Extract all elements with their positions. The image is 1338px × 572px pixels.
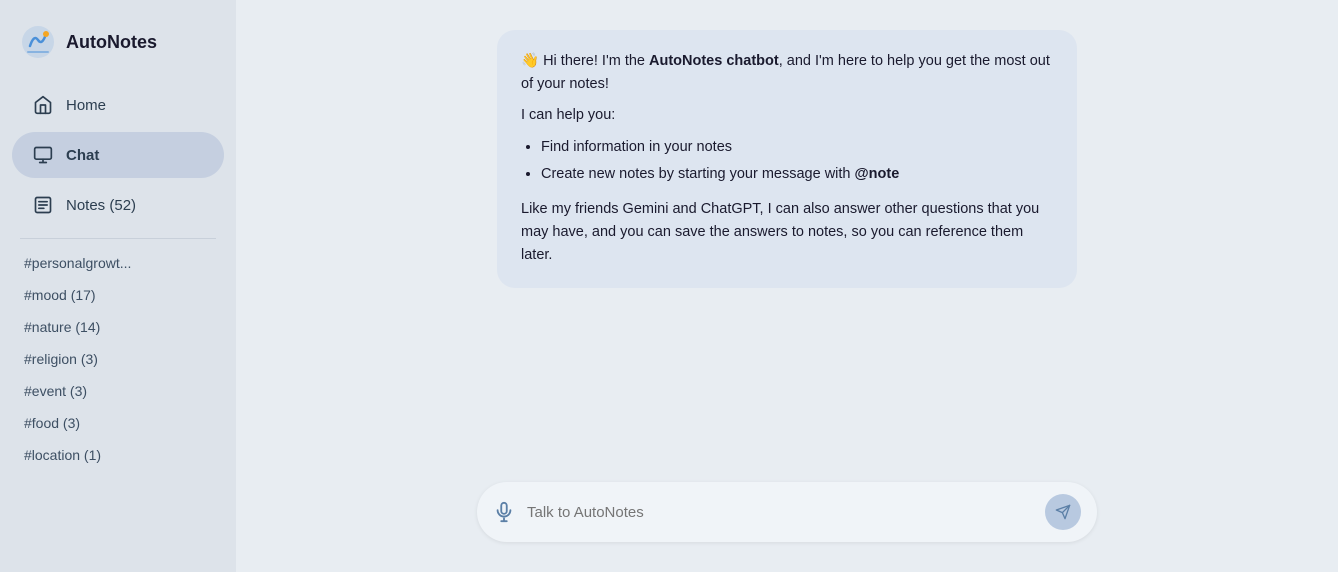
sidebar-tag-nature[interactable]: #nature (14) [0, 311, 236, 343]
bot-welcome-message: 👋 Hi there! I'm the AutoNotes chatbot, a… [497, 30, 1077, 288]
sidebar-tag-location[interactable]: #location (1) [0, 439, 236, 471]
sidebar-item-home[interactable]: Home [12, 82, 224, 128]
note-keyword: @note [855, 166, 900, 182]
send-button[interactable] [1045, 494, 1081, 530]
chat-input-area [256, 472, 1318, 552]
chat-input-wrapper [477, 482, 1097, 542]
sidebar-tag-personalgrowth[interactable]: #personalgrowt... [0, 247, 236, 279]
sidebar-tag-food[interactable]: #food (3) [0, 407, 236, 439]
bot-footer: Like my friends Gemini and ChatGPT, I ca… [521, 198, 1053, 268]
app-logo-icon [20, 24, 56, 60]
logo-area: AutoNotes [0, 16, 236, 80]
chat-messages: 👋 Hi there! I'm the AutoNotes chatbot, a… [256, 30, 1318, 472]
bot-greeting: 👋 Hi there! I'm the AutoNotes chatbot, a… [521, 50, 1053, 96]
sidebar-tag-religion[interactable]: #religion (3) [0, 343, 236, 375]
app-name: AutoNotes [66, 32, 157, 53]
chat-text-input[interactable] [527, 504, 1037, 521]
help-item-2: Create new notes by starting your messag… [541, 163, 1053, 186]
sidebar-notes-label: Notes (52) [66, 197, 136, 214]
sidebar-tag-mood[interactable]: #mood (17) [0, 279, 236, 311]
bot-name: AutoNotes chatbot [649, 53, 779, 69]
sidebar-home-label: Home [66, 97, 106, 114]
notes-icon [32, 194, 54, 216]
sidebar-chat-label: Chat [66, 147, 99, 164]
sidebar-tag-event[interactable]: #event (3) [0, 375, 236, 407]
mic-icon[interactable] [493, 501, 515, 523]
home-icon [32, 94, 54, 116]
sidebar-item-chat[interactable]: Chat [12, 132, 224, 178]
chat-icon [32, 144, 54, 166]
can-help-text: I can help you: [521, 104, 1053, 127]
sidebar: AutoNotes Home Chat Not [0, 0, 236, 572]
main-content: 👋 Hi there! I'm the AutoNotes chatbot, a… [236, 0, 1338, 572]
send-icon [1055, 504, 1071, 520]
sidebar-divider [20, 238, 216, 239]
help-item-1: Find information in your notes [541, 136, 1053, 159]
help-list: Find information in your notes Create ne… [541, 136, 1053, 186]
sidebar-item-notes[interactable]: Notes (52) [12, 182, 224, 228]
